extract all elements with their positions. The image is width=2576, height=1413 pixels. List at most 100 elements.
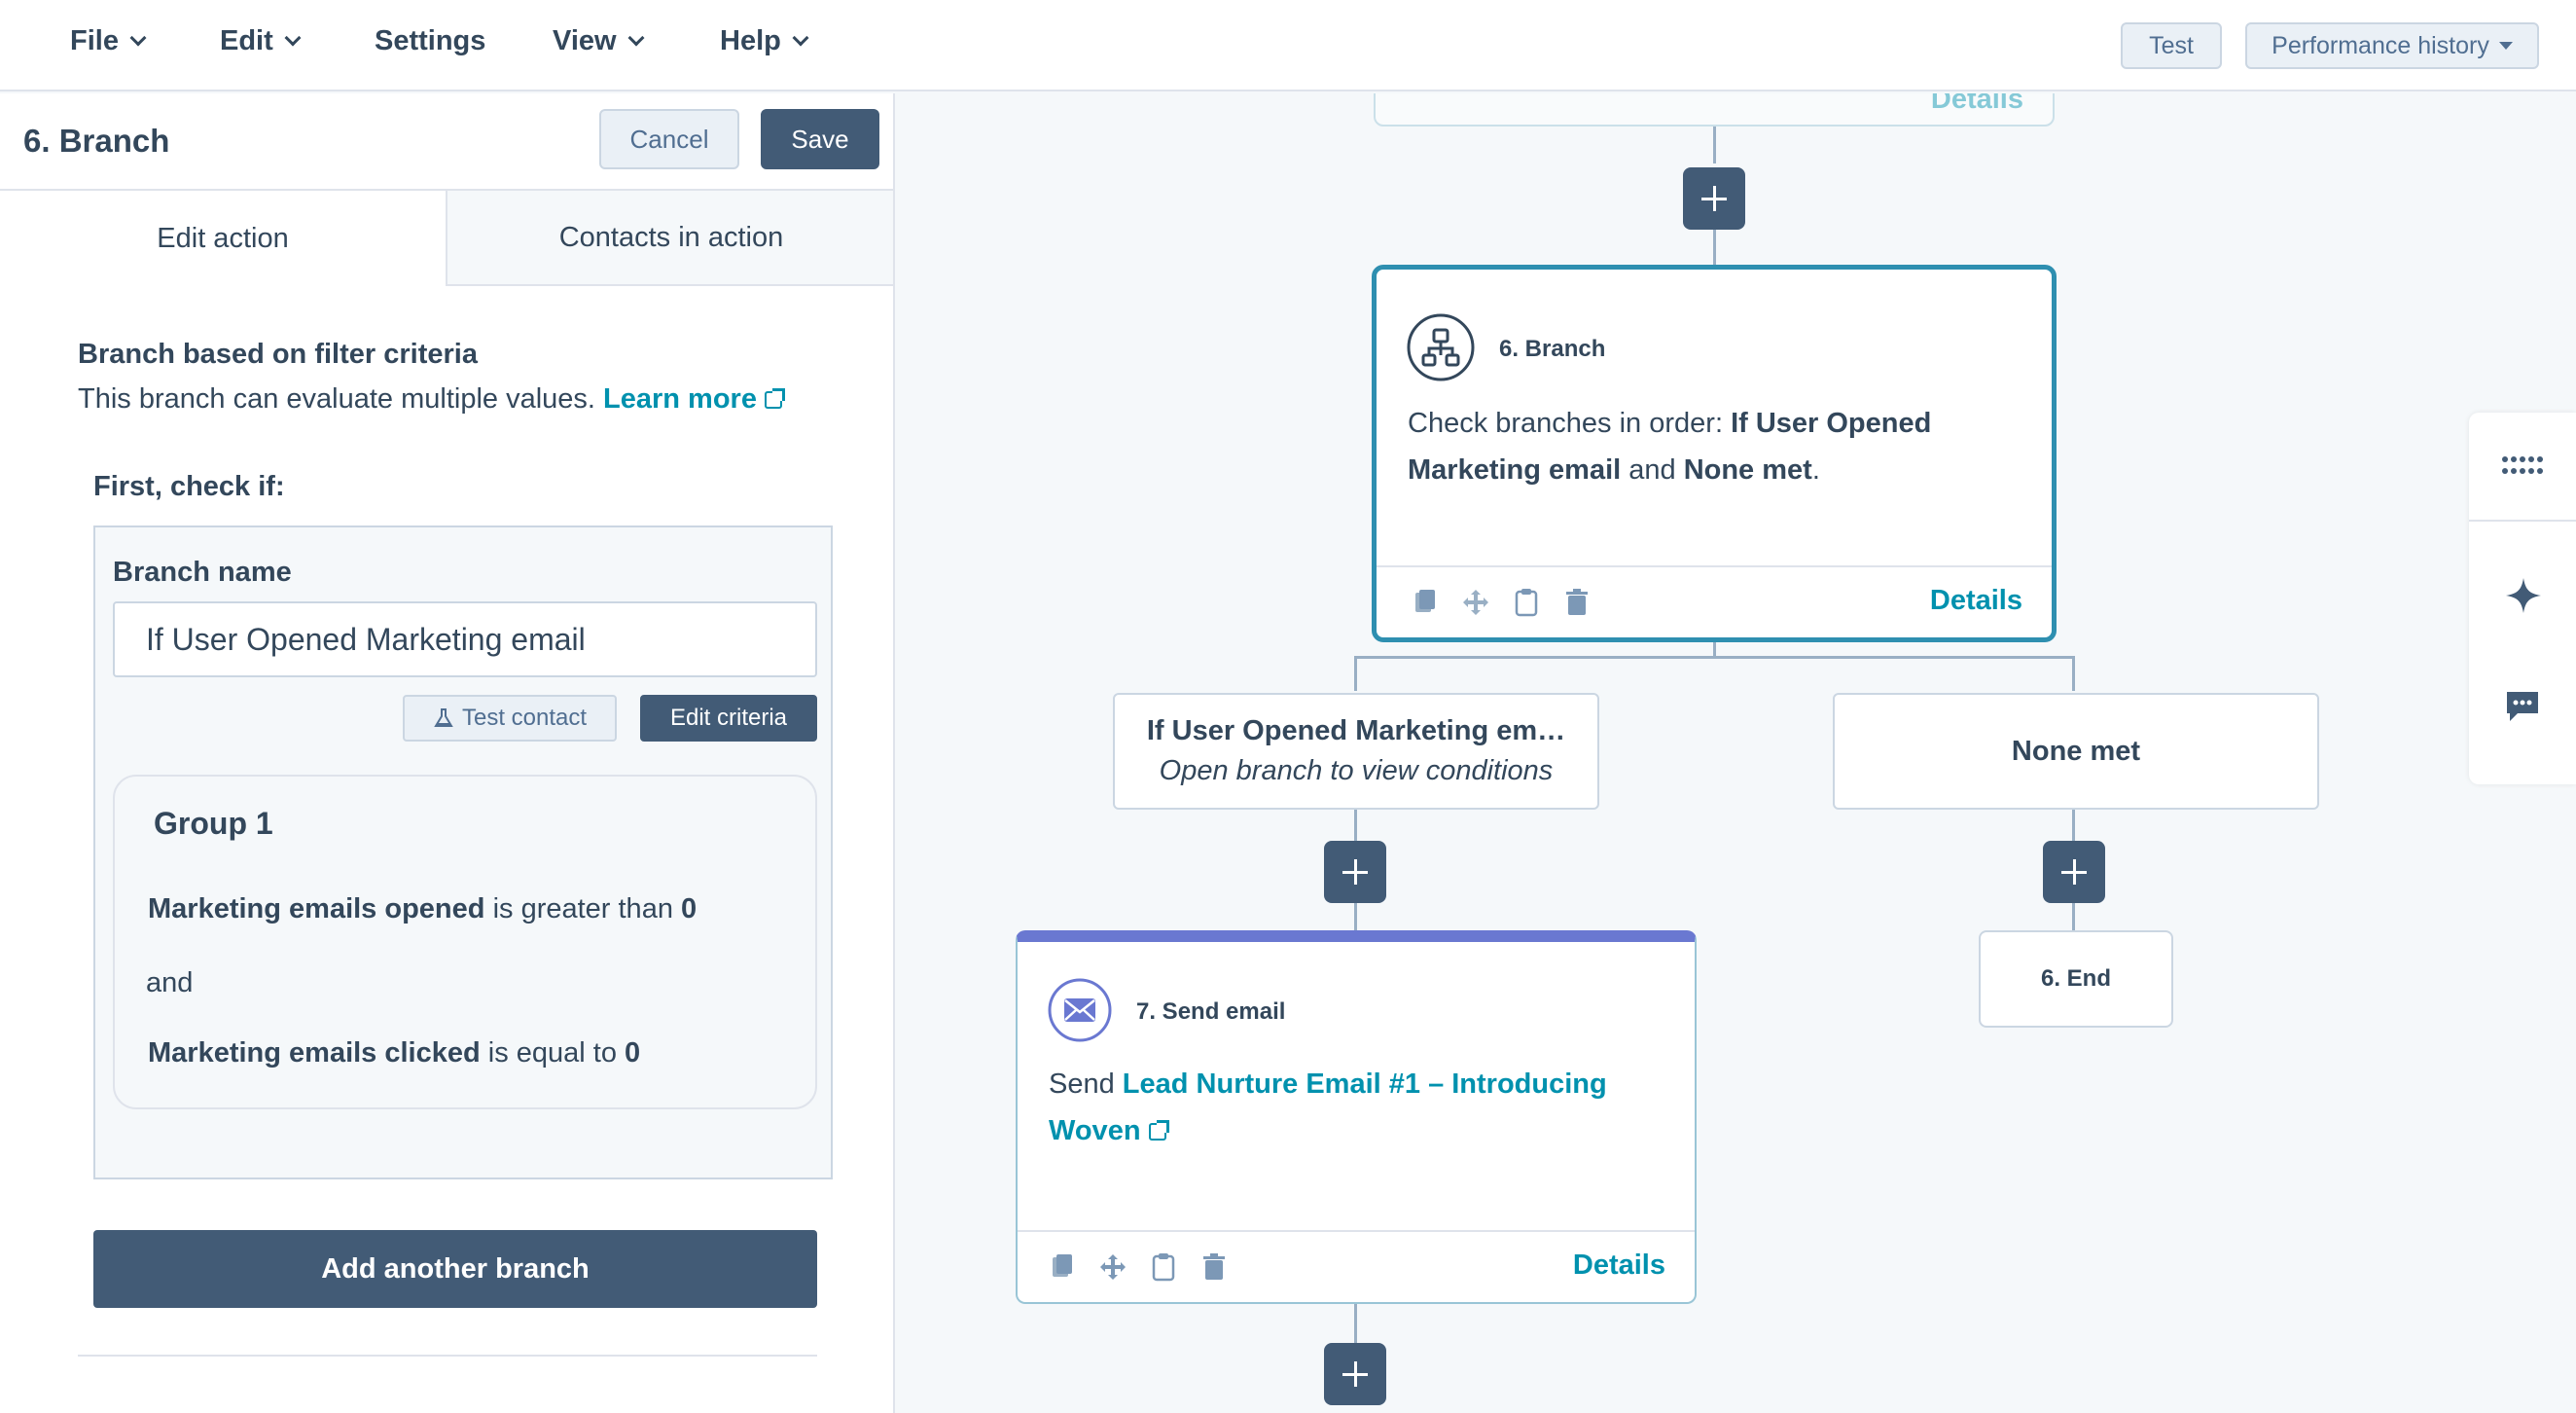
external-link-icon	[764, 388, 785, 410]
branch-action-card[interactable]: 6. Branch Check branches in order: If Us…	[1372, 265, 2057, 642]
details-link[interactable]: Details	[1930, 585, 2022, 617]
card-toolbar: Details	[1377, 565, 2052, 637]
divider	[78, 1355, 817, 1357]
connector	[1713, 127, 1716, 163]
branch-node-none-met[interactable]: None met	[1833, 693, 2319, 810]
email-card-body: Send Lead Nurture Email #1 – Introducing…	[1049, 1061, 1652, 1154]
test-contact-button[interactable]: Test contact	[403, 695, 617, 742]
condition-operator: is equal to	[487, 1037, 617, 1069]
cancel-button[interactable]: Cancel	[599, 109, 739, 169]
card-toolbar: Details	[1018, 1230, 1695, 1302]
end-node[interactable]: 6. End	[1979, 930, 2173, 1028]
workflow-canvas[interactable]: Details 6. Branch Check branches in orde…	[897, 93, 2576, 1413]
connector	[1354, 656, 2074, 659]
add-action-button[interactable]	[1683, 167, 1745, 230]
menu-settings[interactable]: Settings	[375, 25, 485, 57]
save-button[interactable]: Save	[761, 109, 879, 169]
clipboard-icon[interactable]	[1511, 587, 1542, 618]
branch-node-subtitle: Open branch to view conditions	[1159, 755, 1554, 786]
add-action-button[interactable]	[1324, 841, 1386, 903]
section-title: Branch based on filter criteria	[78, 339, 478, 370]
flask-icon	[434, 708, 453, 727]
branch-icon	[1407, 313, 1475, 381]
copy-icon[interactable]	[1047, 1251, 1078, 1283]
divider	[2469, 520, 2576, 522]
move-icon[interactable]	[1097, 1251, 1128, 1283]
menu-settings-label: Settings	[375, 25, 486, 56]
tab-contacts-in-action[interactable]: Contacts in action	[447, 191, 893, 286]
external-link-icon	[1148, 1120, 1169, 1141]
side-toolbar	[2469, 413, 2576, 784]
email-icon	[1048, 978, 1112, 1042]
body-text: .	[1811, 454, 1820, 486]
branch-b-name: None met	[1683, 454, 1812, 486]
body-text: Send	[1049, 1069, 1123, 1100]
caret-down-icon	[2498, 42, 2513, 50]
tab-edit-action[interactable]: Edit action	[0, 191, 447, 286]
panel-header: 6. Branch Cancel Save	[0, 93, 893, 191]
previous-action-card[interactable]: Details	[1374, 93, 2055, 127]
edit-action-panel: 6. Branch Cancel Save Edit action Contac…	[0, 93, 895, 1413]
section-description: This branch can evaluate multiple values…	[78, 383, 785, 416]
details-link[interactable]: Details	[1573, 1250, 1665, 1282]
details-link[interactable]: Details	[1931, 93, 2023, 116]
move-icon[interactable]	[1460, 587, 1491, 618]
branch-node-if-opened[interactable]: If User Opened Marketing em… Open branch…	[1113, 693, 1599, 810]
filter-group: Group 1 Marketing emails opened is great…	[113, 775, 817, 1109]
test-button[interactable]: Test	[2121, 22, 2222, 69]
learn-more-link[interactable]: Learn more	[603, 383, 785, 415]
connector	[1713, 230, 1716, 265]
panel-title: 6. Branch	[23, 123, 170, 159]
menu-help[interactable]: Help	[720, 25, 809, 57]
chat-icon[interactable]	[2504, 689, 2541, 724]
condition-row: Marketing emails opened is greater than …	[148, 893, 697, 925]
panel-tabs: Edit action Contacts in action	[0, 191, 893, 286]
condition-row: Marketing emails clicked is equal to 0	[148, 1037, 640, 1069]
branch-node-title: None met	[2011, 735, 2141, 767]
branch-definition: Branch name Test contact Edit criteria G…	[93, 525, 833, 1179]
connector	[1354, 1304, 1357, 1343]
branch-card-body: Check branches in order: If User Opened …	[1408, 400, 2011, 493]
branch-name-input[interactable]	[113, 601, 817, 677]
condition-value: 0	[625, 1037, 641, 1069]
performance-history-label: Performance history	[2272, 31, 2489, 59]
keypad-icon[interactable]	[2500, 452, 2545, 481]
email-link[interactable]: Lead Nurture Email #1 – Introducing Wove…	[1049, 1069, 1607, 1146]
branch-card-title: 6. Branch	[1499, 336, 1606, 362]
first-check-label: First, check if:	[93, 471, 285, 502]
menu-view[interactable]: View	[553, 25, 645, 57]
trash-icon[interactable]	[1199, 1251, 1230, 1283]
edit-criteria-button[interactable]: Edit criteria	[640, 695, 817, 742]
test-contact-label: Test contact	[461, 705, 588, 731]
end-node-label: 6. End	[2040, 965, 2111, 992]
chevron-down-icon	[284, 29, 302, 46]
chevron-down-icon	[627, 29, 645, 46]
top-menu-bar: File Edit Settings View Help Test Perfor…	[0, 0, 2576, 91]
add-action-button[interactable]	[2043, 841, 2105, 903]
menu-help-label: Help	[720, 25, 781, 56]
clipboard-icon[interactable]	[1148, 1251, 1179, 1283]
section-description-text: This branch can evaluate multiple values…	[78, 383, 595, 415]
condition-field: Marketing emails opened	[148, 893, 485, 924]
chevron-down-icon	[792, 29, 809, 46]
menu-view-label: View	[553, 25, 617, 56]
chevron-down-icon	[129, 29, 147, 46]
condition-joiner: and	[146, 967, 194, 998]
condition-operator: is greater than	[492, 893, 673, 924]
group-title: Group 1	[154, 806, 273, 841]
menu-edit-label: Edit	[220, 25, 273, 56]
menu-edit[interactable]: Edit	[220, 25, 302, 57]
trash-icon[interactable]	[1561, 587, 1592, 618]
branch-name-label: Branch name	[113, 557, 292, 588]
body-text: Check branches in order:	[1408, 408, 1732, 439]
sparkle-icon[interactable]	[2504, 576, 2543, 615]
menu-file[interactable]: File	[70, 25, 147, 57]
add-action-button[interactable]	[1324, 1343, 1386, 1405]
copy-icon[interactable]	[1410, 587, 1441, 618]
add-another-branch-button[interactable]: Add another branch	[93, 1230, 817, 1308]
branch-node-title: If User Opened Marketing em…	[1146, 715, 1566, 746]
connector	[2072, 656, 2075, 691]
send-email-card[interactable]: 7. Send email Send Lead Nurture Email #1…	[1016, 930, 1697, 1304]
performance-history-button[interactable]: Performance history	[2245, 22, 2539, 69]
email-link-label: Lead Nurture Email #1 – Introducing Wove…	[1049, 1069, 1607, 1146]
